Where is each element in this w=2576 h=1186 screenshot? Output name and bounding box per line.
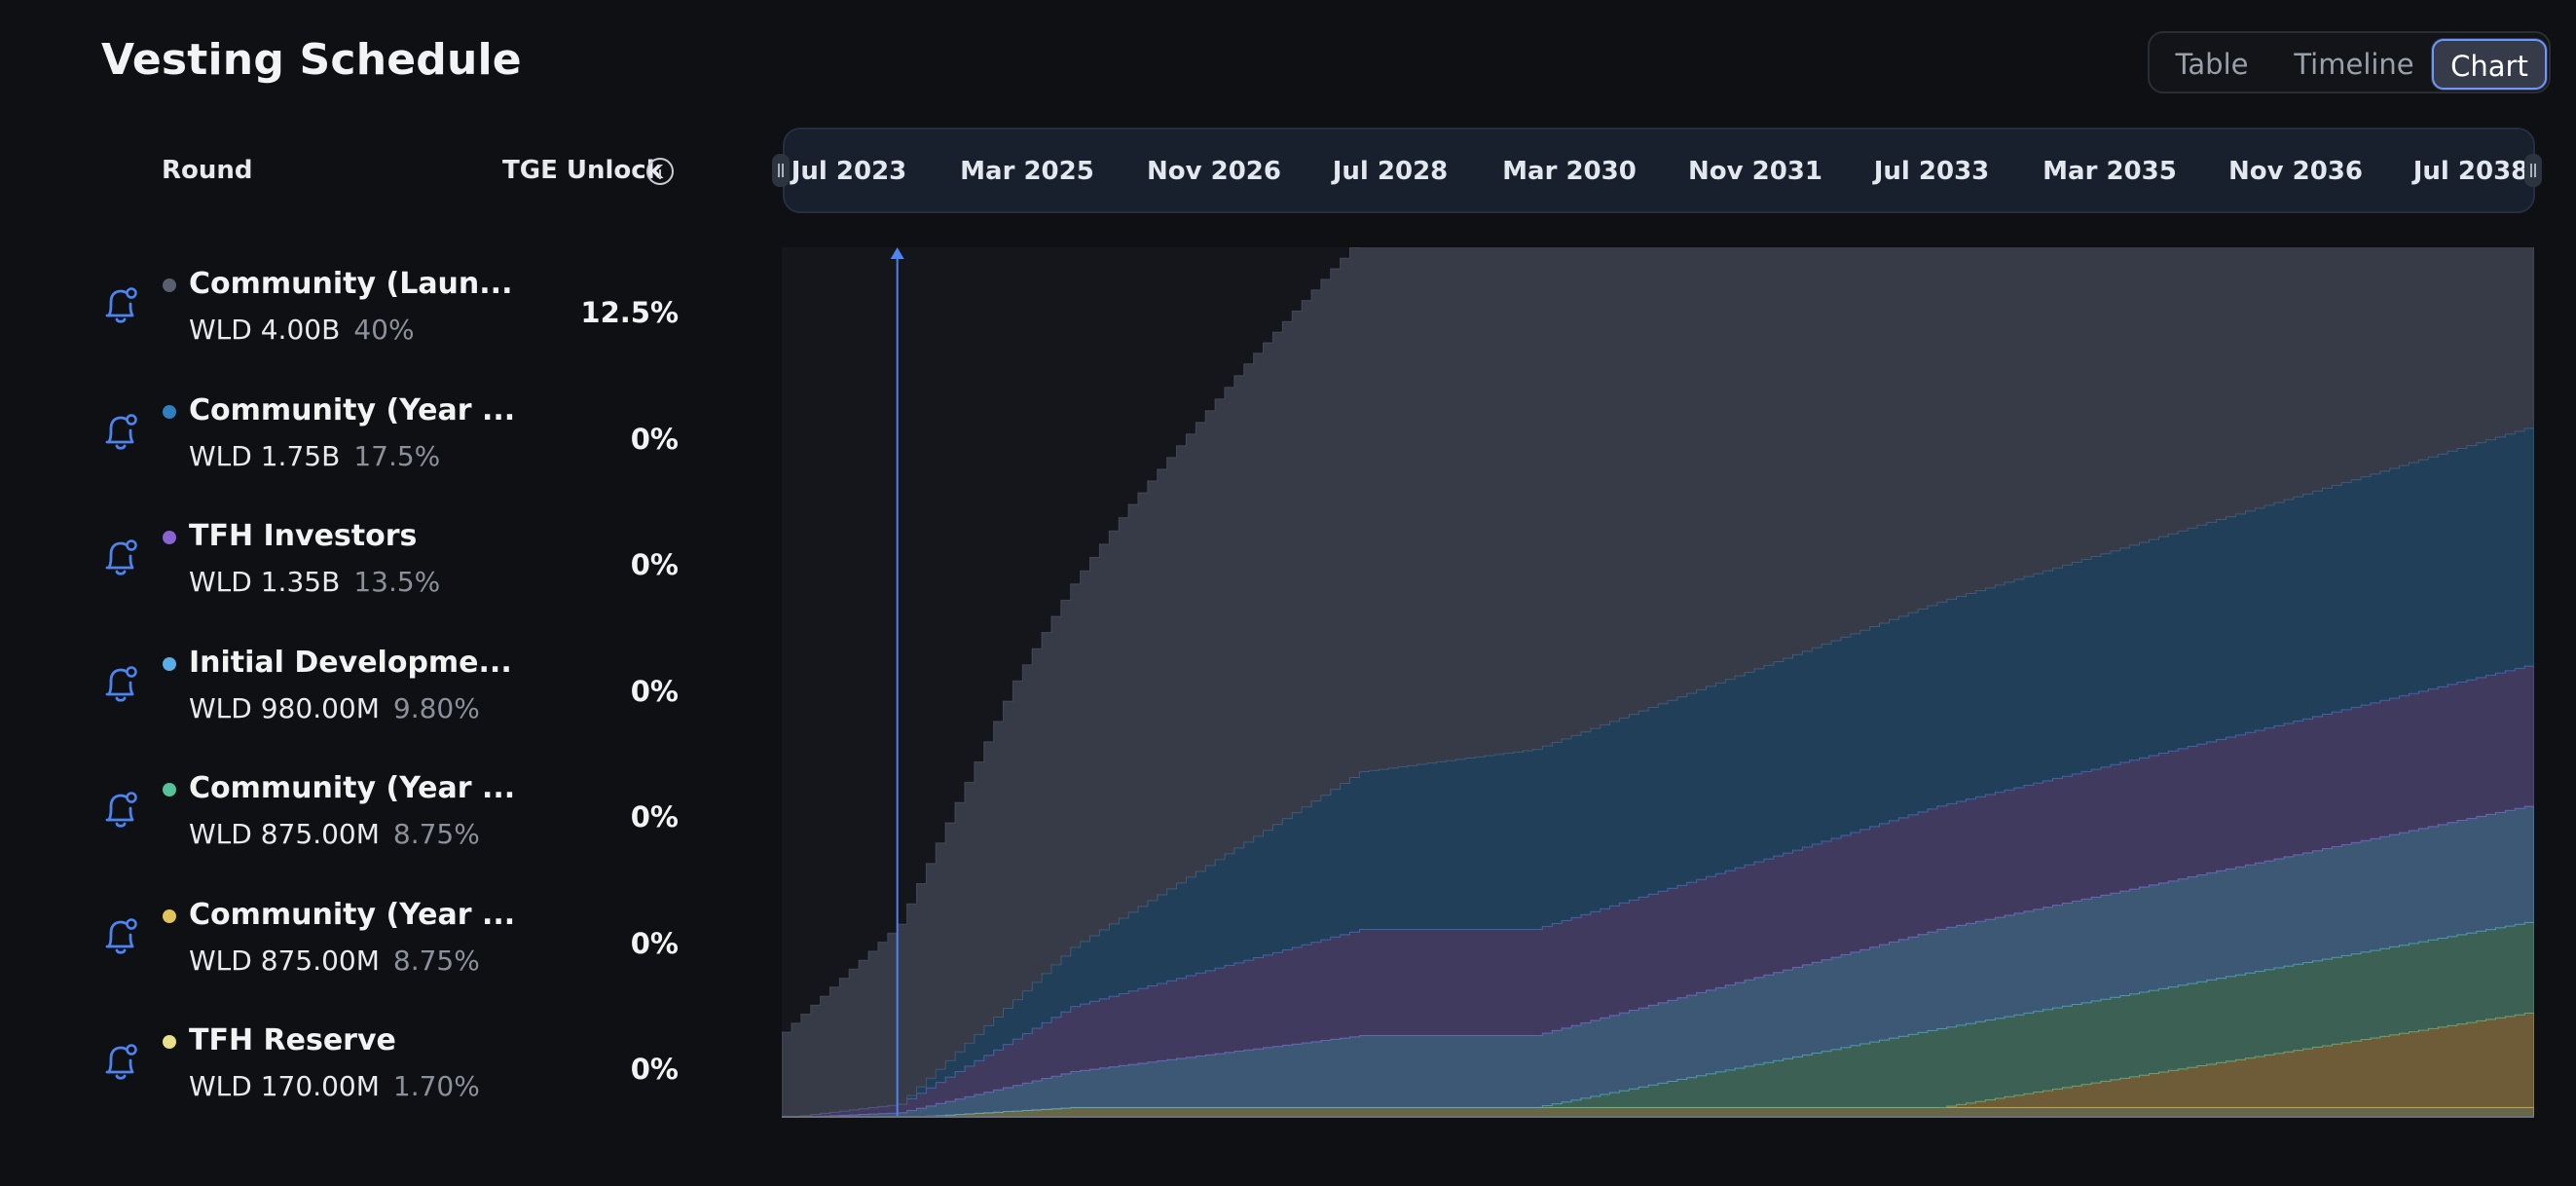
round-amount: WLD 980.00M 9.80% [189,692,480,724]
timeline-label: Nov 2031 [1688,157,1822,186]
round-name: Community (Laun... [189,267,513,301]
timeline-end-handle[interactable] [2524,154,2542,187]
round-name: TFH Reserve [189,1023,396,1057]
round-row[interactable]: Community (Laun... WLD 4.00B 40% 12.5% [0,259,720,376]
round-amount-value: WLD 1.35B [189,566,341,598]
round-percent: 40% [353,314,415,346]
round-percent: 1.70% [392,1070,480,1102]
round-amount-value: WLD 170.00M [189,1070,380,1102]
round-name: Community (Year ... [189,771,516,805]
round-color-dot [163,278,176,292]
page-title: Vesting Schedule [101,35,522,85]
round-row[interactable]: TFH Investors WLD 1.35B 13.5% 0% [0,511,720,628]
timeline-start-handle[interactable] [772,154,790,187]
bell-icon[interactable] [101,537,140,579]
round-name: Community (Year ... [189,393,516,427]
round-tge-unlock: 0% [630,423,679,456]
view-toggle-timeline[interactable]: Timeline [2278,39,2430,90]
view-toggle: Table Timeline Chart [2148,31,2551,93]
round-amount: WLD 170.00M 1.70% [189,1070,480,1102]
round-amount-value: WLD 4.00B [189,314,341,346]
timeline-label: Mar 2030 [1502,157,1637,186]
info-icon[interactable] [646,158,674,185]
round-amount-value: WLD 875.00M [189,945,380,977]
round-name: Initial Developme... [189,646,512,680]
view-toggle-chart[interactable]: Chart [2432,39,2547,90]
round-amount: WLD 1.35B 13.5% [189,566,440,598]
timeline-label: Jul 2028 [1332,157,1449,186]
round-color-dot [163,1035,176,1049]
bell-icon[interactable] [101,1041,140,1084]
round-amount-value: WLD 875.00M [189,818,380,850]
round-row[interactable]: Community (Year ... WLD 875.00M 8.75% 0% [0,890,720,1007]
round-percent: 13.5% [353,566,441,598]
bell-icon[interactable] [101,915,140,958]
timeline-label: Nov 2026 [1147,157,1281,186]
round-name: Community (Year ... [189,898,516,932]
round-row[interactable]: Community (Year ... WLD 875.00M 8.75% 0% [0,763,720,880]
round-percent: 8.75% [392,818,480,850]
column-header-round: Round [162,156,253,185]
timeline-label: Mar 2035 [2042,157,2177,186]
round-tge-unlock: 0% [630,675,679,708]
round-name: TFH Investors [189,519,418,553]
column-header-tge-unlock: TGE Unlock [502,156,663,185]
round-tge-unlock: 0% [630,1053,679,1086]
round-tge-unlock: 12.5% [580,296,679,329]
round-row[interactable]: TFH Reserve WLD 170.00M 1.70% 0% [0,1016,720,1132]
round-color-dot [163,909,176,923]
round-tge-unlock: 0% [630,548,679,581]
round-row[interactable]: Initial Developme... WLD 980.00M 9.80% 0% [0,638,720,755]
timeline-label: Mar 2025 [960,157,1094,186]
timeline-label: Jul 2033 [1873,157,1990,186]
round-percent: 17.5% [353,440,441,472]
round-row[interactable]: Community (Year ... WLD 1.75B 17.5% 0% [0,386,720,502]
bell-icon[interactable] [101,411,140,454]
round-color-dot [163,783,176,797]
round-amount-value: WLD 1.75B [189,440,341,472]
bell-icon[interactable] [101,789,140,832]
timeline-bar[interactable]: Jul 2023 Mar 2025 Nov 2026 Jul 2028 Mar 2030… [783,128,2535,213]
bell-icon[interactable] [101,284,140,327]
round-amount: WLD 4.00B 40% [189,314,415,346]
timeline-label: Jul 2023 [791,157,907,186]
round-percent: 9.80% [392,692,480,724]
round-color-dot [163,657,176,671]
round-color-dot [163,531,176,544]
round-color-dot [163,405,176,419]
timeline-label: Jul 2038 [2412,157,2529,186]
round-percent: 8.75% [392,945,480,977]
bell-icon[interactable] [101,663,140,706]
vesting-area-chart [782,247,2534,1118]
view-toggle-table[interactable]: Table [2159,39,2264,90]
round-amount-value: WLD 980.00M [189,692,380,724]
round-amount: WLD 1.75B 17.5% [189,440,440,472]
round-tge-unlock: 0% [630,800,679,834]
round-amount: WLD 875.00M 8.75% [189,945,480,977]
timeline-label: Nov 2036 [2228,157,2363,186]
round-amount: WLD 875.00M 8.75% [189,818,480,850]
round-tge-unlock: 0% [630,927,679,960]
